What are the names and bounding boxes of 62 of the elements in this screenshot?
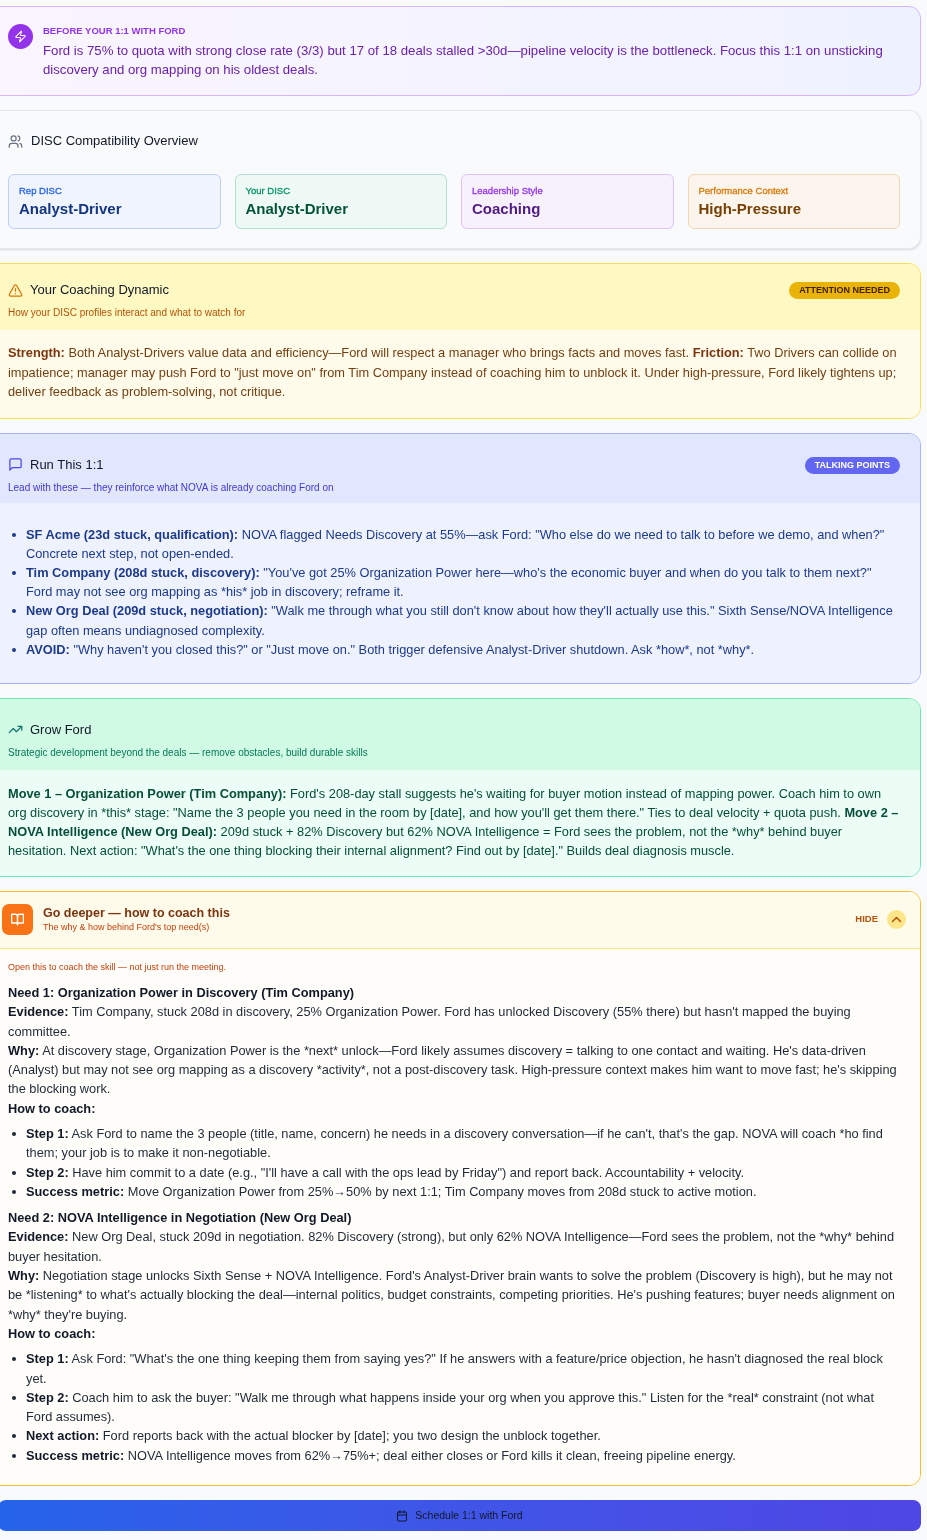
talking-point: Tim Company (208d stuck, discovery): "You've got 25% Organization Power here—who's the economic buyer and when do you talk to them next?" Ford may not see org mapping as *his* job in discovery; reframe it. [26,563,873,602]
coaching-step: Step 2: Have him commit to a date (e.g., "I'll have a call with the ops lead by Friday") and report back. Accountability + velocity. [26,1162,744,1182]
tile-label: Leadership Style [472,185,544,197]
briefing-label: BEFORE YOUR 1:1 WITH FORD [43,25,187,37]
need-detail-text: Evidence: Tim Company, stuck 208d in discovery, 25% Organization Power. Ford has unlocked Discovery (55% there) but hasn't mapped the buying committee. [8,1003,852,1041]
calendar-icon [396,1509,409,1522]
bullet-icon [12,1357,16,1362]
tile-value: High-Pressure [698,199,803,219]
chat-bubble-icon [8,457,23,472]
section-title: DISC Compatibility Overview [31,133,198,149]
bullet-icon [12,1132,16,1136]
coaching-step: Step 2: Coach him to ask the buyer: "Walk me through what happens inside your org when you approve this." Listen for the *real* constraint (not what Ford assumes). [26,1387,900,1427]
how-to-coach-label: How to coach: [8,1324,97,1343]
need-title: Need 2: NOVA Intelligence in Negotiation (New Org Deal) [8,1209,353,1228]
need-detail-text: Why: At discovery stage, Organization Power is the *next* unlock—Ford likely assumes discovery = talking to one contact and waiting. He's data-driven (Analyst) but may not see org mapping as a discovery *activity*, not a post-discovery task. High-pressure context makes him want to move fast; he's skipping the blocking work. [8,1041,898,1099]
section-title: Go deeper — how to coach this [43,905,230,922]
schedule-button[interactable]: Schedule 1:1 with Ford [0,1500,921,1532]
users-icon [8,133,23,149]
tile-value: Coaching [472,199,542,219]
section-subtitle: Strategic development beyond the deals — remove obstacles, build durable skills [8,745,369,760]
coaching-step: Next action: Ford reports back with the actual blocker by [date]; you two design the unblock together. [26,1426,601,1446]
lightning-icon [8,24,33,49]
bullet-icon [12,647,16,652]
bullet-icon [12,609,16,614]
talking-point: AVOID: "Why haven't you closed this?" or "Just move on." Both trigger defensive Analyst-Driver shutdown. Ask *how*, not *why*. [26,640,755,659]
tile-label: Performance Context [698,185,790,197]
bullet-icon [12,1189,16,1194]
tile-value: Analyst-Driver [19,199,123,219]
briefing-text: Ford is 75% to quota with strong close rate (3/3) but 17 of 18 deals stalled >30d—pipeline velocity is the bottleneck. Focus this 1:1 on unsticking discovery and org mapping on his oldest deals. [43,42,884,79]
section-subtitle: The why & how behind Ford's top need(s) [43,921,211,934]
bullet-icon [12,1395,16,1400]
section-subtitle: Lead with these — they reinforce what NOVA is already coaching Ford on [8,480,334,495]
bullet-icon [12,1434,16,1439]
warning-icon [8,282,23,298]
coaching-step: Success metric: Move Organization Power from 25%→50% by next 1:1; Tim Company moves from 208d stuck to active motion. [26,1181,757,1202]
status-badge: ATTENTION NEEDED [789,282,900,299]
bullet-icon [12,1453,16,1458]
bullet-icon [12,532,16,537]
section-title: Grow Ford [30,721,92,738]
coaching-step: Success metric: NOVA Intelligence moves from 62%→75%+; deal either closes or Ford kills it clean, freeing pipeline energy. [26,1445,736,1466]
section-title: Your Coaching Dynamic [30,282,169,298]
tile-label: Rep DISC [19,185,63,197]
status-badge: TALKING POINTS [804,456,900,474]
book-icon [2,903,33,935]
section-title: Run This 1:1 [30,456,104,473]
tile-value: Analyst-Driver [245,199,350,219]
coaching-step: Step 1: Ask Ford to name the 3 people (title, name, concern) he needs in a discovery conversation—if he can't, that's the gap. NOVA will coach *ho find them; your job is to make it non-negotiable. [26,1124,900,1163]
talking-point: SF Acme (23d stuck, qualification): NOVA flagged Needs Discovery at 55%—ask Ford: "Who else do we need to talk to before we demo, and when?" Concrete next step, not open-ended. [26,525,886,563]
how-to-coach-label: How to coach: [8,1099,97,1118]
need-title: Need 1: Organization Power in Discovery (Tim Company) [8,983,356,1002]
bullet-icon [12,570,16,575]
grow-text: Move 1 – Organization Power (Tim Company): Ford's 208-day stall suggests he's waiting for buyer motion instead of mapping power. Coach him to own org discovery in *this* stage: "Name the 3 people you need in the room by [date], and how you'll get them there." Ties to deal velocity + quota push. Move 2 – NOVA Intelligence (New Org Deal): 209d stuck + 82% Discovery but 62% NOVA Intelligence = Ford sees the problem, not the *why* behind buyer hesitation. Next action: "What's the one thing blocking their internal alignment? Find out by [date]." Builds deal diagnosis muscle. [8,784,900,860]
bullet-icon [12,1170,16,1175]
coaching-step: Step 1: Ask Ford: "What's the one thing keeping them from saying yes?" If he answers with a feature/price objection, he hasn't diagnosed the real block yet. [26,1349,900,1388]
section-subtitle: How your DISC profiles interact and what to watch for [8,306,246,320]
need-detail-text: Evidence: New Org Deal, stuck 209d in negotiation. 82% Discovery (strong), but only 62% NOVA Intelligence—Ford sees the problem, not the *why* behind buyer hesitation. [8,1228,896,1266]
hide-toggle[interactable]: HIDE [855,909,906,929]
need-detail-text: Why: Negotiation stage unlocks Sixth Sense + NOVA Intelligence. Ford's Analyst-Driver brain wants to solve the problem (Discovery is high), but he may not be *listening* to what's actually blocking the deal—internal politics, budget constraints, competing priorities. He's pushing features; buyer needs alignment on *why* they're buying. [8,1267,896,1324]
coaching-dynamic-text: Strength: Both Analyst-Drivers value data and efficiency—Ford will respect a manager who brings facts and moves fast. Friction: Two Drivers can collide on impatience; manager may push Ford to "just move on" from Tim Company instead of coaching him to unblock it. Under high-pressure, Ford likely tightens up; deliver feedback as problem-solving, not critique. [8,344,898,401]
talking-point: New Org Deal (209d stuck, negotiation): "Walk me through what you still don't know about how they'll actually use this." Sixth Sense/NOVA Intelligence gap often means undiagnosed complexity. [26,602,894,640]
tile-label: Your DISC [245,185,292,197]
hint-text: Open this to coach the skill — not just run the meeting. [8,960,228,974]
